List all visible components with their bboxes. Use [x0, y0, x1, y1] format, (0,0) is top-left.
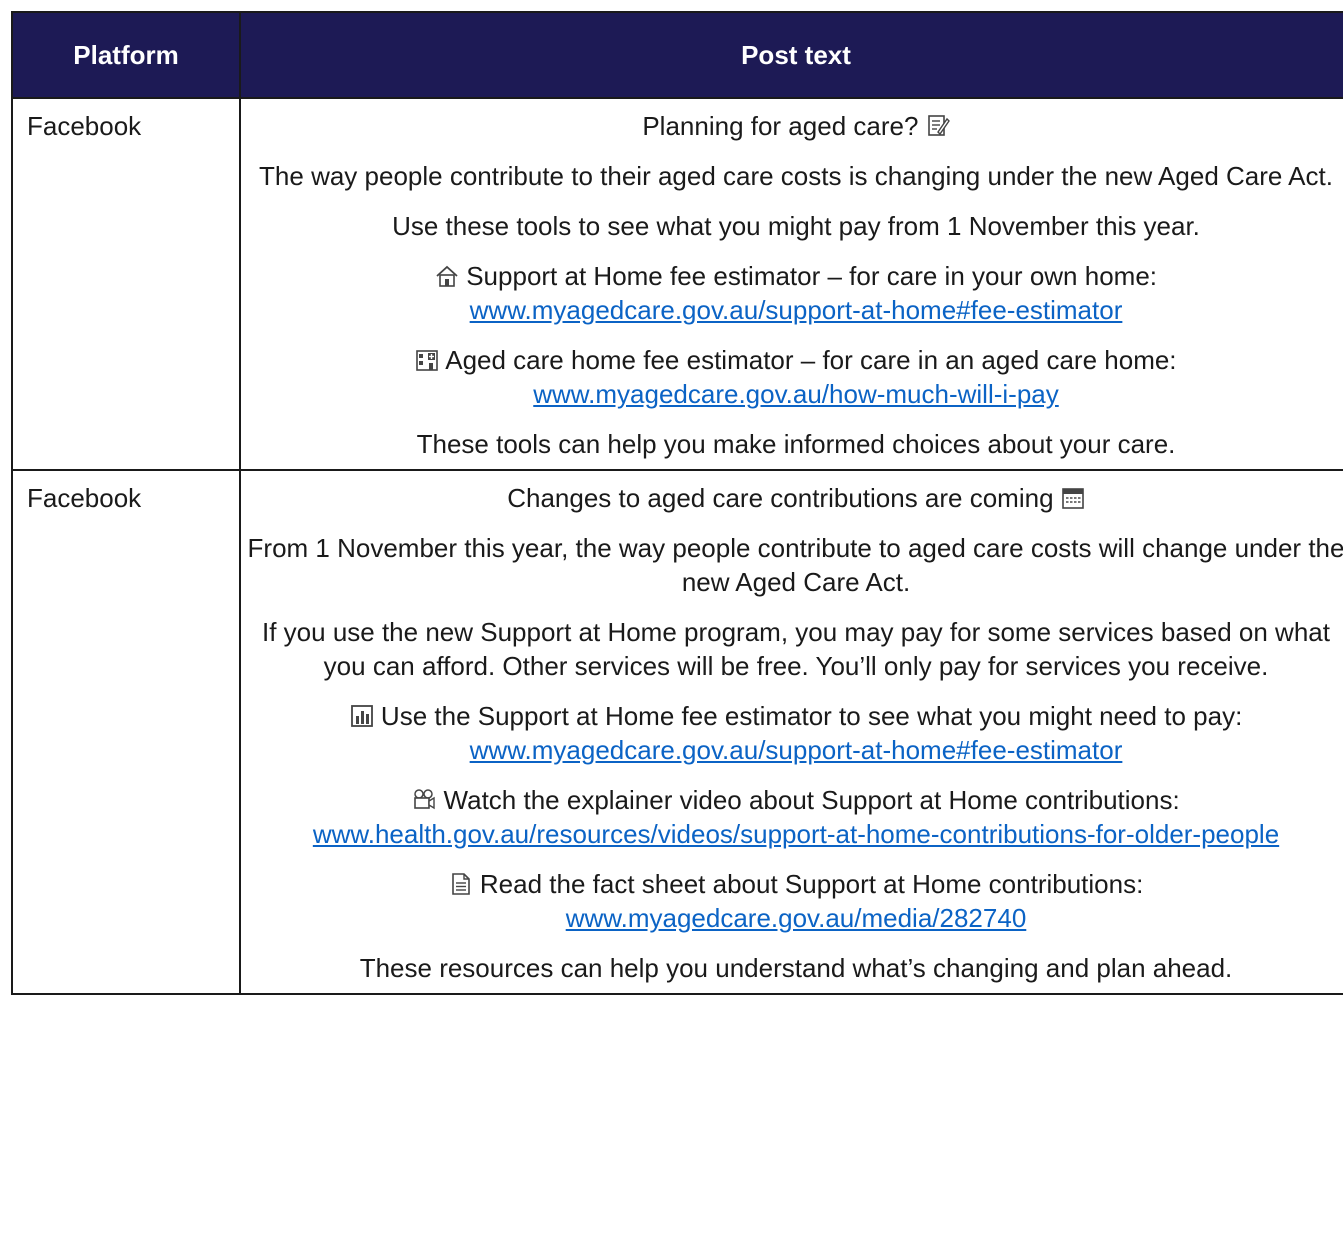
calendar-icon: [1061, 486, 1085, 510]
post-title: Changes to aged care contributions are c…: [241, 481, 1343, 515]
post-text-cell: Changes to aged care contributions are c…: [239, 469, 1343, 995]
post-text-cell: Planning for aged care? The way people c…: [239, 97, 1343, 471]
post-closing: These resources can help you understand …: [359, 953, 1233, 983]
table-row: Facebook Changes to aged care contributi…: [11, 469, 1343, 995]
fact-sheet-link[interactable]: www.myagedcare.gov.au/media/282740: [566, 903, 1027, 933]
post-resource-item: Aged care home fee estimator – for care …: [241, 343, 1343, 411]
hospital-icon: [415, 348, 439, 372]
header-post-text: Post text: [239, 11, 1343, 99]
aged-care-home-link[interactable]: www.myagedcare.gov.au/how-much-will-i-pa…: [533, 379, 1058, 409]
social-posts-table: Platform Post text Facebook Planning for…: [11, 11, 1343, 995]
video-camera-icon: [412, 788, 436, 812]
house-icon: [435, 264, 459, 288]
memo-icon: [926, 114, 950, 138]
fee-estimator-link[interactable]: www.myagedcare.gov.au/support-at-home#fe…: [470, 295, 1123, 325]
post-resource-item: Read the fact sheet about Support at Hom…: [241, 867, 1343, 935]
post-closing: These tools can help you make informed c…: [416, 429, 1176, 459]
platform-cell: Facebook: [11, 469, 241, 995]
post-paragraph: Use these tools to see what you might pa…: [392, 211, 1200, 241]
platform-cell: Facebook: [11, 97, 241, 471]
document-icon: [449, 872, 473, 896]
post-resource-item: Watch the explainer video about Support …: [312, 785, 1280, 849]
fee-estimator-link[interactable]: www.myagedcare.gov.au/support-at-home#fe…: [470, 735, 1123, 765]
header-row: Platform Post text: [11, 11, 1343, 99]
post-resource-item: Use the Support at Home fee estimator to…: [241, 699, 1343, 767]
post-title: Planning for aged care?: [241, 109, 1343, 143]
post-resource-item: Support at Home fee estimator – for care…: [241, 259, 1343, 327]
post-paragraph: The way people contribute to their aged …: [259, 161, 1333, 191]
post-paragraph: From 1 November this year, the way peopl…: [247, 533, 1343, 597]
table-row: Facebook Planning for aged care? The way…: [11, 97, 1343, 471]
post-paragraph: If you use the new Support at Home progr…: [262, 617, 1330, 681]
explainer-video-link[interactable]: www.health.gov.au/resources/videos/suppo…: [313, 819, 1279, 849]
header-platform: Platform: [11, 11, 241, 99]
bar-chart-icon: [350, 704, 374, 728]
